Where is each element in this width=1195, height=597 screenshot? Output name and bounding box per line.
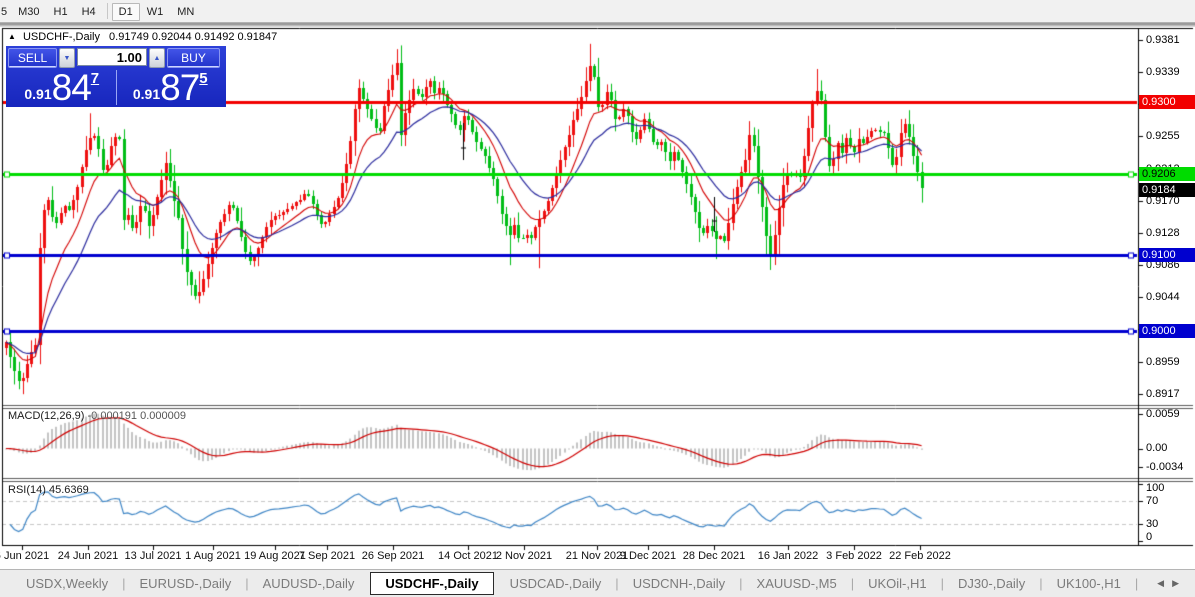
- hline-price-label: 0.9100: [1139, 247, 1195, 262]
- buy-price-big-digits: 87: [160, 67, 200, 108]
- rsi-axis-label: 100: [1146, 482, 1165, 494]
- macd-indicator-label: MACD(12,26,9) -0.000191 0.000009: [8, 410, 186, 422]
- hline-price-label: 0.9000: [1139, 323, 1195, 338]
- chart-tab-usdx-weekly[interactable]: USDX,Weekly: [14, 572, 120, 595]
- sell-button[interactable]: SELL: [8, 48, 57, 68]
- rsi-indicator-label: RSI(14) 45.6369: [8, 484, 89, 496]
- timeframe-button-d1[interactable]: D1: [111, 2, 140, 21]
- date-tick-label: 13 Jul 2021: [124, 550, 182, 562]
- chart-ohlc-values: 0.91749 0.92044 0.91492 0.91847: [109, 31, 278, 43]
- chart-tab-ukoil-h1[interactable]: UKOil-,H1: [856, 572, 939, 595]
- chart-tab-xauusd-m5[interactable]: XAUUSD-,M5: [745, 572, 849, 595]
- macd-axis-label: -0.0034: [1146, 461, 1184, 473]
- macd-axis-label: 0.00: [1146, 442, 1168, 454]
- price-tick-label: 0.9128: [1146, 227, 1180, 240]
- chevron-up-icon: ▲: [153, 54, 161, 62]
- timeframe-button-m30[interactable]: M30: [11, 3, 46, 21]
- price-tick-label: 0.9381: [1146, 34, 1180, 46]
- buy-price-display[interactable]: 0.91 87 5: [117, 68, 225, 107]
- hline-price-label: 0.9206: [1139, 166, 1195, 181]
- date-tick-label: 19 Aug 2021: [244, 550, 306, 562]
- date-tick-label: 7 Sep 2021: [298, 550, 356, 562]
- date-tick-label: 1 Aug 2021: [185, 550, 241, 562]
- timeframe-button-h1[interactable]: H1: [47, 3, 75, 21]
- sell-price-prefix: 0.91: [24, 86, 52, 102]
- chart-title: ▲ USDCHF-,Daily 0.91749 0.92044 0.91492 …: [8, 31, 277, 43]
- buy-price-pip-digit: 5: [199, 70, 208, 87]
- sell-price-pip-digit: 7: [90, 70, 100, 87]
- tab-scroll-right-icon: ▶: [1172, 578, 1187, 588]
- tab-separator: |: [245, 576, 249, 591]
- date-tick-label: 3 Feb 2022: [826, 550, 882, 562]
- date-tick-label: 26 Sep 2021: [361, 550, 425, 562]
- tab-separator: |: [739, 576, 743, 591]
- chart-window: ▲ USDCHF-,Daily 0.91749 0.92044 0.91492 …: [0, 0, 1195, 597]
- chart-tab-usdcad-daily[interactable]: USDCAD-,Daily: [498, 572, 614, 595]
- price-tick-label: 0.9044: [1146, 291, 1180, 304]
- tab-separator: |: [615, 576, 619, 591]
- chart-tab-audusd-daily[interactable]: AUDUSD-,Daily: [251, 572, 367, 595]
- macd-signal-value: 0.000009: [140, 410, 186, 422]
- date-tick-label: 9 Dec 2021: [619, 550, 677, 562]
- rsi-axis-label: 30: [1146, 518, 1159, 530]
- tab-separator: |: [122, 576, 126, 591]
- timeframe-button-w1[interactable]: W1: [140, 3, 171, 21]
- chart-tab-eurusd-daily[interactable]: EURUSD-,Daily: [128, 572, 244, 595]
- date-tick-label: 2 Nov 2021: [495, 550, 553, 562]
- price-tick-label: 0.8959: [1146, 356, 1180, 369]
- tab-separator: |: [1039, 576, 1043, 591]
- date-tick-label: 24 Jun 2021: [57, 550, 119, 562]
- window-border: [0, 22, 1195, 27]
- price-tick-label: 0.9339: [1146, 66, 1180, 79]
- sell-price-big-digits: 84: [51, 67, 92, 108]
- timeframe-toolbar: 5 M30 H1 H4 D1 W1 MN: [0, 0, 1195, 22]
- tab-scroll-left-icon: ◀: [1157, 578, 1173, 588]
- hline-price-label: 0.9300: [1139, 94, 1195, 109]
- price-tick-label: 0.8917: [1146, 388, 1180, 401]
- tab-separator: |: [940, 576, 945, 591]
- chart-symbol-period: USDCHF-,Daily: [22, 31, 100, 43]
- timeframe-button-mn[interactable]: MN: [170, 3, 201, 21]
- date-tick-label: 6 Jun 2021: [0, 550, 50, 562]
- volume-increase-button[interactable]: ▲: [149, 48, 165, 68]
- chart-tab-bar: USDX,Weekly | EURUSD-,Daily | AUDUSD-,Daily …: [0, 569, 1195, 597]
- one-click-trading-panel: SELL ▼ ▲ BUY 0.91847 0.91875: [6, 46, 226, 107]
- price-tick-label: 0.9255: [1146, 130, 1180, 143]
- tab-separator: |: [850, 576, 855, 591]
- volume-input[interactable]: [77, 48, 147, 66]
- buy-price-prefix: 0.91: [132, 86, 161, 102]
- volume-decrease-button[interactable]: ▼: [59, 48, 75, 68]
- chart-tab-dj30-daily[interactable]: DJ30-,Daily: [946, 572, 1037, 595]
- macd-axis-label: 0.0059: [1146, 408, 1180, 420]
- buy-button[interactable]: BUY: [167, 48, 220, 68]
- chart-tab-usdcnh-daily[interactable]: USDCNH-,Daily: [621, 572, 737, 595]
- collapse-triangle-icon[interactable]: ▲: [8, 32, 16, 41]
- sell-price-display[interactable]: 0.91 84 7: [8, 68, 116, 107]
- tab-separator: |: [1134, 576, 1139, 591]
- rsi-axis-label: 70: [1146, 495, 1159, 507]
- timeframe-button-h4[interactable]: H4: [75, 3, 103, 21]
- rsi-value: 45.6369: [48, 484, 89, 496]
- date-tick-label: 22 Feb 2022: [889, 550, 951, 562]
- date-tick-label: 28 Dec 2021: [682, 550, 746, 562]
- tab-scroll-arrows[interactable]: ◀▶: [1157, 578, 1187, 589]
- toolbar-separator: [106, 3, 108, 19]
- date-tick-label: 14 Oct 2021: [438, 550, 498, 562]
- date-tick-label: 16 Jan 2022: [757, 550, 819, 562]
- date-tick-label: 21 Nov 2021: [565, 550, 629, 562]
- chevron-down-icon: ▼: [63, 54, 71, 62]
- current-bid-price-label: 0.9184: [1139, 182, 1195, 197]
- macd-main-value: -0.000191: [87, 410, 138, 422]
- chart-tab-usdchf-daily[interactable]: USDCHF-,Daily: [370, 572, 494, 595]
- chart-tab-uk100-h1[interactable]: UK100-,H1: [1045, 572, 1133, 595]
- price-tick-label: 0.9170: [1146, 195, 1180, 208]
- timeframe-button-5[interactable]: 5: [0, 3, 11, 21]
- rsi-axis-label: 0: [1146, 531, 1153, 543]
